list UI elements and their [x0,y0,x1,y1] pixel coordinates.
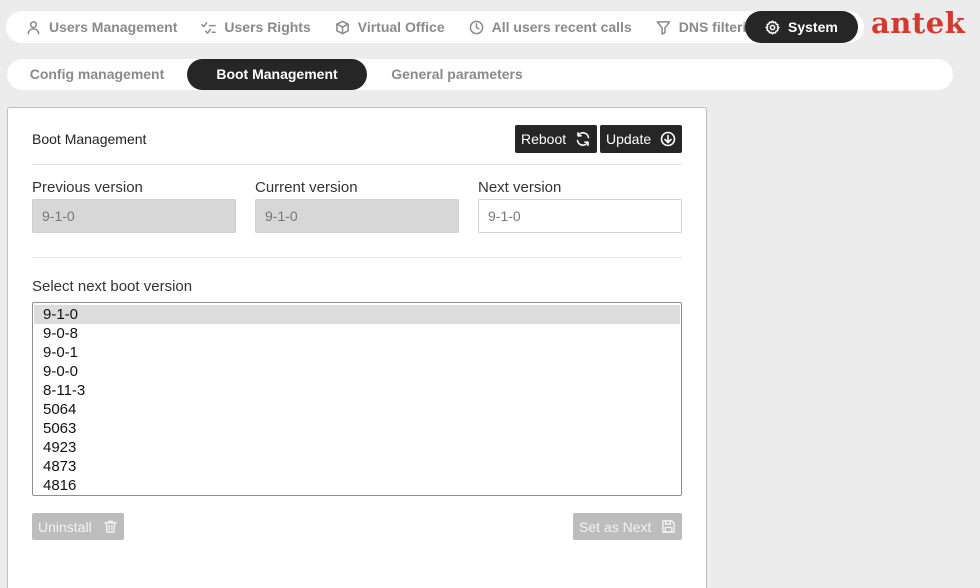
uninstall-button[interactable]: Uninstall [32,513,124,540]
current-version-field: 9-1-0 [255,199,459,233]
download-circle-icon [660,131,676,147]
set-as-next-button[interactable]: Set as Next [573,513,682,540]
main-navigation: Users Management Users Rights Virtual Of… [6,11,864,43]
save-icon [662,520,675,533]
nav-users-rights[interactable]: Users Rights [189,11,322,43]
user-icon [27,20,40,34]
uninstall-label: Uninstall [38,518,92,535]
tab-boot-management[interactable]: Boot Management [187,59,367,90]
reboot-button[interactable]: Reboot [515,125,597,153]
divider [32,164,682,165]
nav-system[interactable]: System [745,11,858,43]
boot-version-listbox[interactable]: 9-1-0 9-0-8 9-0-1 9-0-0 8-11-3 5064 5063… [32,302,682,496]
version-option[interactable]: 8-11-3 [34,381,680,400]
filter-icon [656,20,671,35]
version-option[interactable]: 9-0-0 [34,362,680,381]
update-button[interactable]: Update [600,125,682,153]
version-option[interactable]: 9-0-8 [34,324,680,343]
version-option[interactable]: 9-1-0 [34,305,680,324]
clock-icon [469,20,483,34]
nav-label: Users Rights [224,19,311,35]
version-option[interactable]: 4816 [34,476,680,495]
version-option[interactable]: 5063 [34,419,680,438]
tab-config-management[interactable]: Config management [7,59,187,90]
previous-version-label: Previous version [32,179,143,196]
current-version-label: Current version [255,179,358,196]
refresh-icon [576,132,590,146]
gear-icon [765,19,780,35]
version-option[interactable]: 5064 [34,400,680,419]
version-option[interactable]: 9-0-1 [34,343,680,362]
nav-virtual-office[interactable]: Virtual Office [323,11,457,43]
sub-navigation: Config management Boot Management Genera… [7,59,953,90]
reboot-label: Reboot [521,131,567,147]
update-label: Update [606,131,652,147]
nav-label: System [788,19,838,35]
divider [32,257,682,258]
previous-version-field: 9-1-0 [32,199,236,233]
nav-label: Users Management [49,19,178,35]
boot-management-panel: Boot Management Reboot Update Previous v… [7,107,707,588]
panel-title: Boot Management [32,131,147,147]
tab-general-parameters[interactable]: General parameters [367,59,547,90]
set-as-next-label: Set as Next [579,518,652,535]
version-option[interactable]: 4873 [34,457,680,476]
trash-icon [104,520,117,533]
next-version-field[interactable]: 9-1-0 [478,199,682,233]
select-version-label: Select next boot version [32,278,193,295]
antek-logo: antek [871,6,966,40]
nav-users-management[interactable]: Users Management [14,11,189,43]
cube-icon [335,20,349,34]
nav-recent-calls[interactable]: All users recent calls [457,11,644,43]
checks-icon [201,21,217,34]
next-version-label: Next version [478,179,562,196]
nav-label: Virtual Office [357,19,445,35]
version-option[interactable]: 4923 [34,438,680,457]
nav-label: All users recent calls [491,19,632,35]
